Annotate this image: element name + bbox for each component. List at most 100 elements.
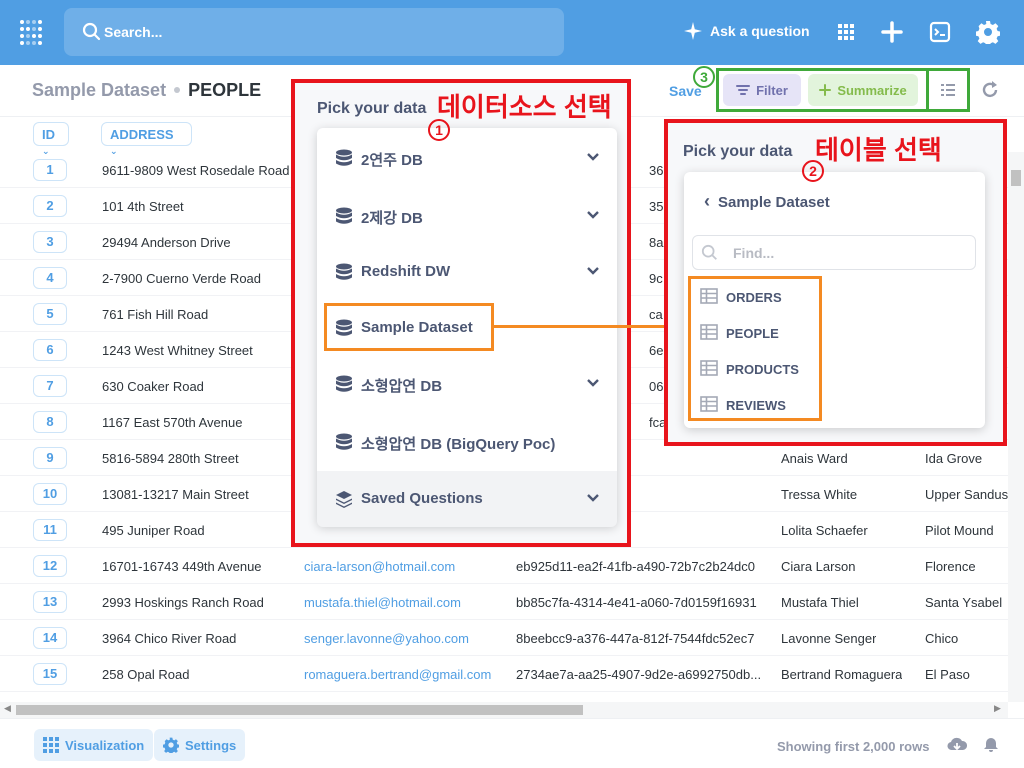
cell-name: Ciara Larson [781, 559, 856, 574]
footer-bar: Visualization Settings Showing first 2,0… [0, 718, 1024, 768]
cell-address: 1243 West Whitney Street [102, 343, 253, 358]
breadcrumb: Sample Dataset PEOPLE [32, 80, 261, 101]
search-icon [701, 244, 717, 260]
row-id-badge[interactable]: 8 [33, 411, 67, 433]
cell-city: Santa Ysabel [925, 595, 1003, 610]
datasource-item[interactable]: Saved Questions [317, 471, 617, 527]
annotation-number-3: 3 [693, 66, 715, 88]
datasource-name: Saved Questions [361, 490, 483, 507]
cell-uuid-fragment: 8a [649, 235, 664, 250]
gear-icon [163, 737, 179, 753]
annotation-label-table: 테이블 선택 [815, 135, 942, 165]
breadcrumb-database[interactable]: Sample Dataset [32, 80, 166, 100]
cell-email[interactable]: mustafa.thiel@hotmail.com [304, 595, 461, 610]
row-id-badge[interactable]: 11 [33, 519, 67, 541]
scroll-thumb[interactable] [16, 705, 583, 715]
cell-name: Bertrand Romaguera [781, 667, 903, 682]
row-id-badge[interactable]: 5 [33, 303, 67, 325]
row-id-badge[interactable]: 4 [33, 267, 67, 289]
cell-city: El Paso [925, 667, 970, 682]
cell-address: 2993 Hoskings Ranch Road [102, 595, 264, 610]
cell-email[interactable]: ciara-larson@hotmail.com [304, 559, 455, 574]
logo-icon[interactable] [18, 18, 46, 48]
table-row: 13 2993 Hoskings Ranch Road mustafa.thiel@… [0, 584, 1008, 620]
cell-uuid-fragment: ca [649, 307, 663, 322]
grid-icon [43, 737, 59, 753]
scroll-right-arrow[interactable]: ▶ [994, 703, 1001, 714]
column-header-address[interactable]: ADDRESS ⌄ [101, 122, 192, 156]
ask-question-button[interactable]: Ask a question [684, 22, 810, 40]
cell-email[interactable]: senger.lavonne@yahoo.com [304, 631, 469, 646]
row-id-badge[interactable]: 7 [33, 375, 67, 397]
row-id-badge[interactable]: 9 [33, 447, 67, 469]
datasource-item[interactable]: Redshift DW [317, 244, 617, 300]
datasource-name: 2연주 DB [361, 152, 423, 169]
breadcrumb-table[interactable]: PEOPLE [188, 80, 261, 100]
cell-uuid-fragment: 9c [649, 271, 663, 286]
row-id-badge[interactable]: 15 [33, 663, 67, 685]
cell-address: 13081-13217 Main Street [102, 487, 249, 502]
cell-city: Florence [925, 559, 976, 574]
cell-uuid: eb925d11-ea2f-41fb-a490-72b7c2b24dc0 [516, 559, 756, 574]
table-row: 14 3964 Chico River Road senger.lavonne@ya… [0, 620, 1008, 656]
find-input[interactable]: Find... [692, 235, 976, 270]
datasource-item[interactable]: 소형압연 DB (BigQuery Poc) [317, 414, 617, 470]
collection-stack-icon [336, 491, 352, 508]
cell-name: Anais Ward [781, 451, 848, 466]
chevron-down-icon [587, 379, 599, 387]
pick-data-title: Pick your data [683, 143, 793, 160]
gear-icon[interactable] [976, 20, 1000, 44]
chevron-down-icon [587, 267, 599, 275]
cell-email[interactable]: romaguera.bertrand@gmail.com [304, 667, 491, 682]
annotation-box-notebook [926, 68, 970, 112]
row-id-badge[interactable]: 1 [33, 159, 67, 181]
terminal-icon[interactable] [928, 20, 952, 44]
row-id-badge[interactable]: 10 [33, 483, 67, 505]
cell-city: Chico [925, 631, 959, 646]
refresh-icon[interactable] [980, 80, 1000, 100]
vertical-scrollbar[interactable] [1008, 152, 1024, 702]
row-id-badge[interactable]: 6 [33, 339, 67, 361]
bell-icon[interactable] [983, 737, 999, 753]
scroll-left-arrow[interactable]: ◀ [4, 703, 11, 714]
download-icon[interactable] [947, 737, 967, 753]
cell-address: 761 Fish Hill Road [102, 307, 209, 322]
chevron-left-icon: ‹ [704, 191, 710, 211]
visualization-button[interactable]: Visualization [34, 729, 154, 761]
row-id-badge[interactable]: 12 [33, 555, 67, 577]
search-bar[interactable]: Search... [64, 8, 564, 56]
breadcrumb-separator [174, 87, 181, 93]
horizontal-scrollbar[interactable]: ◀ ▶ [0, 702, 1008, 718]
datasource-item[interactable]: 2제강 DB [317, 188, 617, 244]
cell-address: 16701-16743 449th Avenue [102, 559, 262, 574]
column-header-id[interactable]: ID ⌄ [33, 122, 69, 156]
chevron-down-icon [587, 494, 599, 502]
plus-icon[interactable] [880, 20, 904, 44]
grid-icon[interactable] [834, 20, 858, 44]
cell-address: 258 Opal Road [102, 667, 190, 682]
ask-question-label: Ask a question [710, 23, 810, 39]
database-icon [336, 263, 352, 280]
row-id-badge[interactable]: 2 [33, 195, 67, 217]
datasource-item[interactable]: 2연주 DB [317, 130, 617, 186]
sparkle-icon [684, 22, 702, 40]
visualization-label: Visualization [65, 737, 145, 753]
cell-name: Tressa White [781, 487, 858, 502]
row-id-badge[interactable]: 13 [33, 591, 67, 613]
cell-address: 9611-9809 West Rosedale Road [102, 163, 290, 178]
find-placeholder: Find... [733, 245, 775, 261]
datasource-name: 2제강 DB [361, 210, 423, 227]
scroll-thumb[interactable] [1011, 170, 1021, 186]
cell-address: 29494 Anderson Drive [102, 235, 231, 250]
chevron-down-icon [587, 153, 599, 161]
annotation-label-datasource: 데이터소스 선택 [437, 92, 612, 122]
settings-button[interactable]: Settings [154, 729, 246, 761]
annotation-number-2: 2 [802, 160, 824, 182]
row-id-badge[interactable]: 14 [33, 627, 67, 649]
datasource-item[interactable]: 소형압연 DB [317, 356, 617, 412]
search-placeholder: Search... [104, 24, 163, 40]
pick-data-title: Pick your data [317, 100, 427, 117]
row-id-badge[interactable]: 3 [33, 231, 67, 253]
datasource-name: Redshift DW [361, 263, 451, 280]
back-to-databases[interactable]: ‹ Sample Dataset [704, 191, 830, 212]
